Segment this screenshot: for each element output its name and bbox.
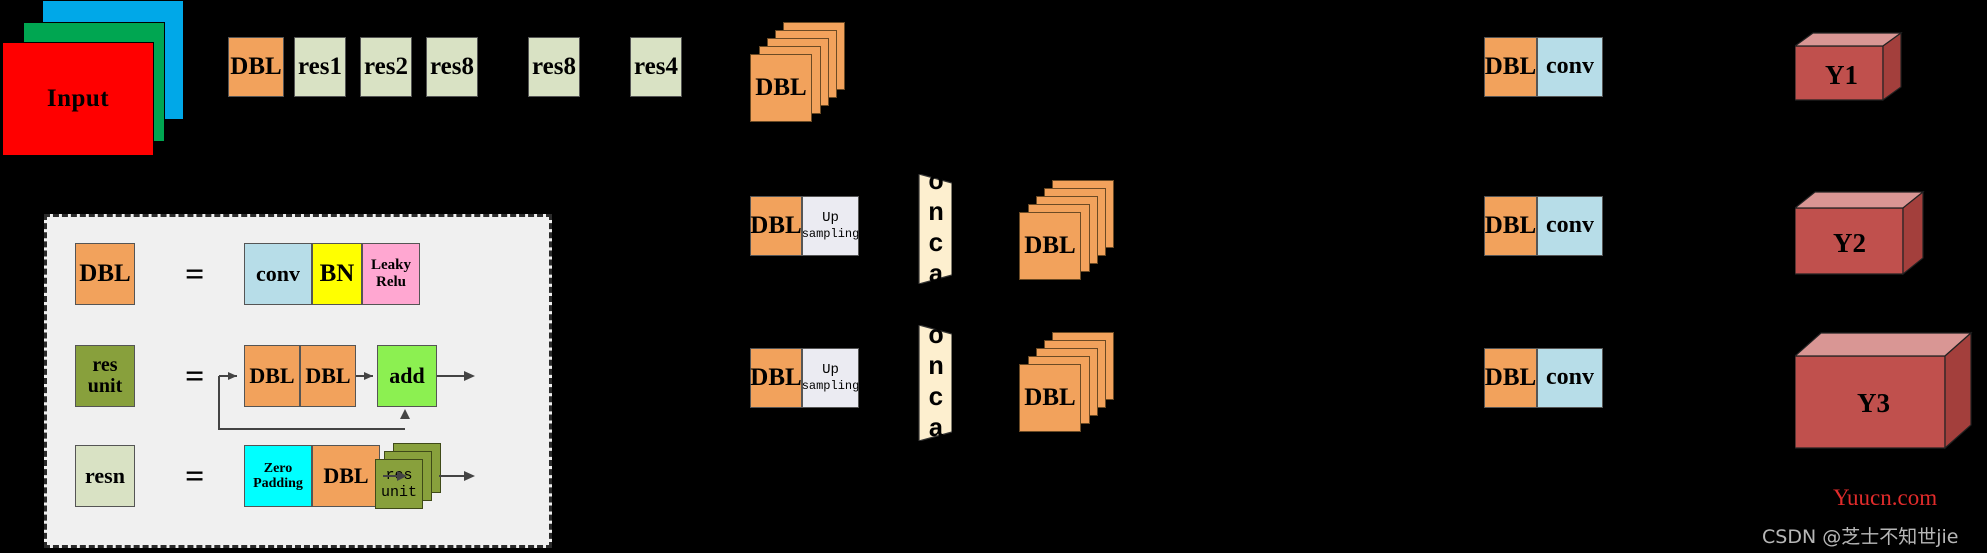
y3-head-dbl-label: DBL xyxy=(1484,363,1537,391)
y1-head-dbl-label: DBL xyxy=(1484,52,1537,80)
backbone-block-res2[interactable]: res2 xyxy=(360,37,412,97)
backbone-block-label: res1 xyxy=(298,52,342,80)
y2-concat-label: concat xyxy=(921,136,951,322)
dbl-stack-label: DBL xyxy=(1024,232,1076,259)
diagram-canvas: Input DBL res1 res2 res8 res8 res4 DBL D… xyxy=(0,0,1987,553)
y2-head-conv[interactable]: conv xyxy=(1537,196,1603,256)
backbone-block-label: res4 xyxy=(634,52,678,80)
backbone-block-dbl[interactable]: DBL xyxy=(228,37,284,97)
y2-upsampling-block[interactable]: Up sampling xyxy=(802,196,859,256)
y2-head-dbl-label: DBL xyxy=(1484,211,1537,239)
y2-upsampling-label-line2: sampling xyxy=(801,227,860,242)
y2-output-label: Y2 xyxy=(1833,228,1866,258)
y1-dbl-stack[interactable]: DBL xyxy=(750,22,845,122)
y3-head-conv[interactable]: conv xyxy=(1537,348,1603,408)
y1-head-dbl[interactable]: DBL xyxy=(1484,37,1537,97)
y3-upsample-dbl-label: DBL xyxy=(750,363,802,391)
dbl-stack-label: DBL xyxy=(1024,384,1076,411)
backbone-block-res1[interactable]: res1 xyxy=(294,37,346,97)
dbl-stack-layer-front: DBL xyxy=(1019,212,1081,280)
dbl-stack-label: DBL xyxy=(755,74,807,101)
y3-cube-shape xyxy=(1795,331,1973,450)
y2-output-cube[interactable]: Y2 xyxy=(1795,190,1925,276)
backbone-block-res8-a[interactable]: res8 xyxy=(426,37,478,97)
y3-head-dbl[interactable]: DBL xyxy=(1484,348,1537,408)
y3-dbl-stack[interactable]: DBL xyxy=(1019,332,1114,432)
y3-upsampling-label-line1: Up xyxy=(822,361,839,378)
y2-head-conv-label: conv xyxy=(1546,212,1594,239)
y3-upsample-dbl[interactable]: DBL xyxy=(750,348,802,408)
y3-upsampling-label-line2: sampling xyxy=(801,379,860,394)
input-label: Input xyxy=(46,85,110,112)
backbone-block-label: res8 xyxy=(430,52,474,80)
dbl-stack-layer-front: DBL xyxy=(750,54,812,122)
y2-concat-trapezoid[interactable]: concat xyxy=(908,136,952,322)
dbl-stack-layer-front: DBL xyxy=(1019,364,1081,432)
y3-output-cube[interactable]: Y3 xyxy=(1795,330,1987,450)
y3-concat-trapezoid[interactable]: Concat xyxy=(908,290,952,476)
legend-panel: DBL = conv BN Leaky Relu res unit = DBL … xyxy=(44,214,552,548)
y1-output-cube[interactable]: Y1 xyxy=(1795,32,1913,102)
y1-output-label: Y1 xyxy=(1825,60,1858,90)
backbone-block-label: res8 xyxy=(532,52,576,80)
backbone-block-res4[interactable]: res4 xyxy=(630,37,682,97)
y3-concat-label: Concat xyxy=(921,290,951,476)
y3-head-conv-label: conv xyxy=(1546,364,1594,391)
y1-head-conv-label: conv xyxy=(1546,53,1594,80)
backbone-block-res8-b[interactable]: res8 xyxy=(528,37,580,97)
resn-wiring xyxy=(383,471,475,481)
y2-upsample-dbl[interactable]: DBL xyxy=(750,196,802,256)
backbone-block-label: DBL xyxy=(230,52,282,80)
watermark-yuucn: Yuucn.com xyxy=(1833,485,1938,510)
input-channel-red: Input xyxy=(2,42,154,156)
y2-upsampling-label-line1: Up xyxy=(822,209,839,226)
y2-dbl-stack[interactable]: DBL xyxy=(1019,180,1114,280)
input-image-stack: Input xyxy=(0,0,200,160)
backbone-block-label: res2 xyxy=(364,52,408,80)
y1-head-conv[interactable]: conv xyxy=(1537,37,1603,97)
y3-output-label: Y3 xyxy=(1857,388,1890,418)
y2-head-dbl[interactable]: DBL xyxy=(1484,196,1537,256)
y2-upsample-dbl-label: DBL xyxy=(750,211,802,239)
watermark-csdn: CSDN @芝士不知世jie xyxy=(1762,526,1959,548)
y3-upsampling-block[interactable]: Up sampling xyxy=(802,348,859,408)
